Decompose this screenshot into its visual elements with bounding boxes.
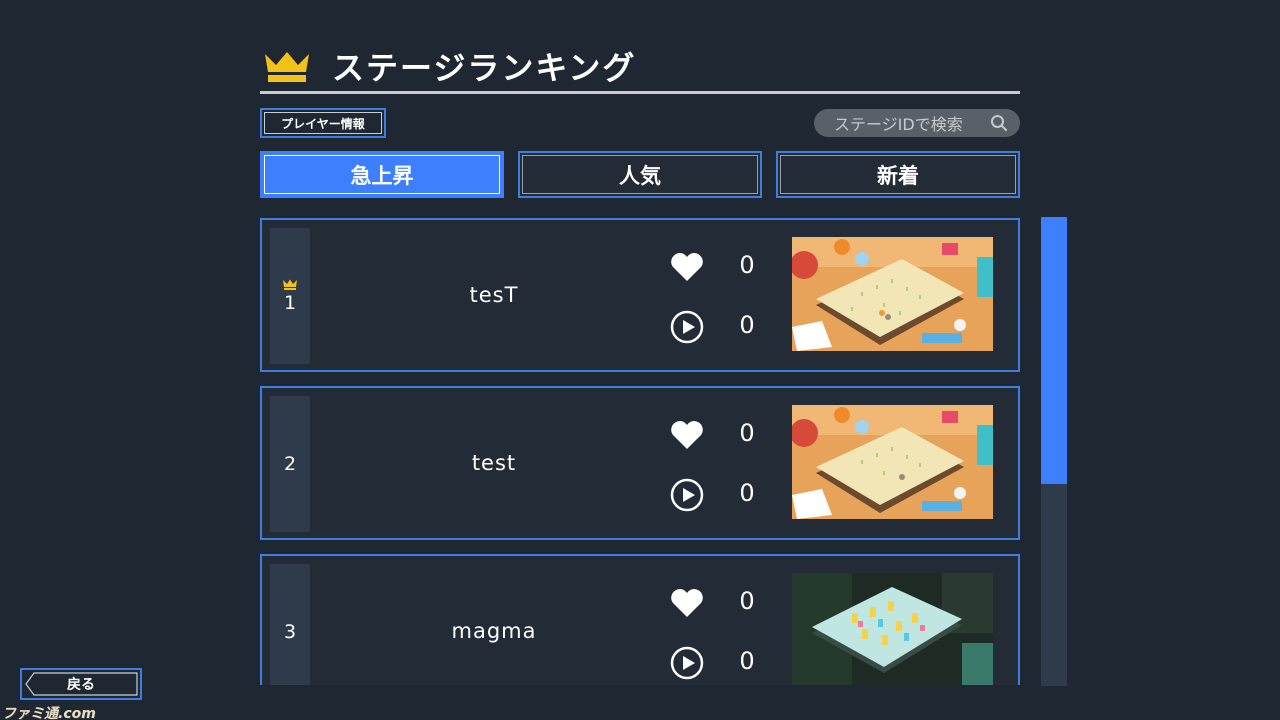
page-title: ステージランキング	[332, 48, 637, 87]
rank-badge: 1	[270, 228, 310, 364]
tab-new[interactable]: 新着	[776, 151, 1020, 198]
crown-icon	[265, 51, 309, 82]
rank-crown-icon	[283, 279, 297, 290]
search-icon	[991, 115, 1007, 131]
ranking-row[interactable]: 1 tesT 0 0	[260, 218, 1020, 372]
like-count: 0	[739, 587, 755, 615]
scrollbar[interactable]	[1041, 217, 1067, 686]
play-count: 0	[739, 647, 755, 675]
stage-name: test	[471, 451, 517, 475]
heart-icon	[671, 253, 703, 281]
stage-thumbnail	[792, 405, 993, 519]
ranking-list[interactable]: 1 tesT 0 0 2 test 0 0 3 magma 0 0	[260, 218, 1022, 685]
rank-badge: 3	[270, 564, 310, 685]
stage-thumbnail	[792, 237, 993, 351]
back-button[interactable]: 戻る	[20, 668, 142, 700]
stage-id-search[interactable]: ステージIDで検索	[814, 109, 1020, 137]
tab-rising[interactable]: 急上昇	[260, 151, 504, 198]
tab-rising-label: 急上昇	[264, 155, 500, 194]
scrollbar-thumb[interactable]	[1041, 217, 1067, 484]
tab-popular-label: 人気	[522, 155, 758, 194]
rank-number: 3	[283, 621, 297, 643]
play-icon	[670, 310, 704, 344]
player-info-label: プレイヤー情報	[264, 112, 382, 134]
play-count: 0	[739, 311, 755, 339]
rank-number: 2	[283, 453, 297, 475]
rank-badge: 2	[270, 396, 310, 532]
tab-popular[interactable]: 人気	[518, 151, 762, 198]
play-icon	[670, 646, 704, 680]
title-bar: ステージランキング	[260, 40, 1020, 94]
player-info-button[interactable]: プレイヤー情報	[260, 108, 386, 138]
heart-icon	[671, 589, 703, 617]
stage-name: tesT	[469, 283, 519, 307]
like-count: 0	[739, 419, 755, 447]
like-count: 0	[739, 251, 755, 279]
tab-new-label: 新着	[780, 155, 1016, 194]
search-placeholder: ステージIDで検索	[834, 115, 963, 134]
stage-ranking-screen: ステージランキング プレイヤー情報 ステージIDで検索 急上昇 人気 新着 1 …	[0, 0, 1280, 720]
heart-icon	[671, 421, 703, 449]
rank-number: 1	[283, 291, 297, 314]
play-icon	[670, 478, 704, 512]
stage-thumbnail	[792, 573, 993, 685]
play-count: 0	[739, 479, 755, 507]
stage-name: magma	[451, 619, 537, 643]
watermark: ファミ通.com	[2, 706, 96, 720]
ranking-row[interactable]: 3 magma 0 0	[260, 554, 1020, 685]
back-label: 戻る	[67, 677, 95, 693]
ranking-row[interactable]: 2 test 0 0	[260, 386, 1020, 540]
